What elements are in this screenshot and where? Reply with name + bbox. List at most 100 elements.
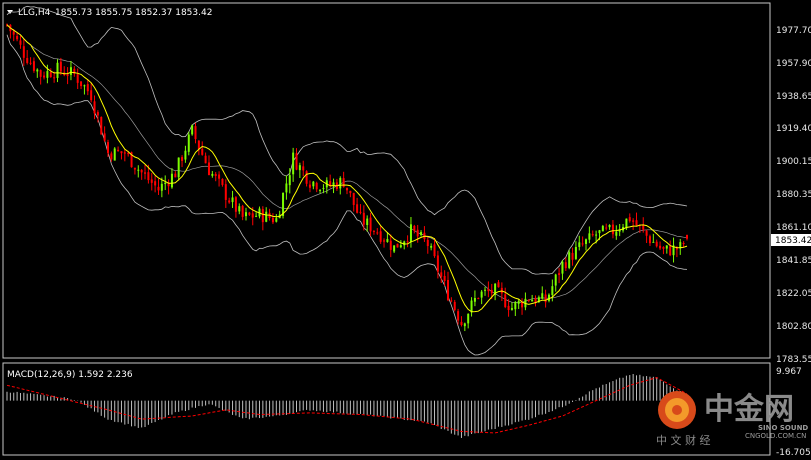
candle-body (228, 200, 231, 203)
candle-body (615, 231, 618, 236)
candle-body (366, 218, 369, 226)
candle-body (457, 311, 460, 321)
candle-body (181, 157, 184, 161)
candle-body (113, 148, 116, 161)
candle-body (386, 239, 389, 242)
candle-body (49, 71, 52, 78)
candle-body (446, 280, 449, 301)
price-tick-label: 1977.70 (776, 26, 811, 36)
candle-body (541, 293, 544, 299)
candle-body (409, 224, 412, 243)
candle-body (426, 239, 429, 247)
candle-body (170, 173, 173, 188)
candle-body (517, 301, 520, 304)
candle-body (80, 81, 83, 87)
candle-body (544, 294, 547, 303)
candle-body (127, 153, 130, 155)
candle-body (611, 224, 614, 235)
candle-body (487, 288, 490, 292)
watermark-site: CNGOLD.COM.CN (745, 432, 806, 440)
candle-body (460, 321, 463, 326)
candle-body (484, 289, 487, 291)
candle-body (406, 241, 409, 243)
candle-body (436, 255, 439, 272)
candle-body (251, 213, 254, 218)
candle-body (66, 74, 69, 77)
candle-body (349, 190, 352, 194)
candle-body (302, 166, 305, 171)
candle-body (490, 289, 493, 294)
candle-body (221, 178, 224, 185)
candle-body (480, 291, 483, 298)
candle-body (581, 243, 584, 245)
price-tick-label: 1880.35 (776, 190, 811, 200)
candle-body (514, 302, 517, 310)
candle-body (22, 46, 25, 58)
candle-body (147, 172, 150, 181)
candle-body (359, 211, 362, 213)
candle-body (578, 242, 581, 247)
candle-body (547, 294, 550, 301)
candle-body (504, 294, 507, 308)
watermark-sino: SINO SOUND (758, 424, 808, 432)
candle-body (473, 297, 476, 302)
candle-body (369, 217, 372, 232)
candle-body (90, 90, 93, 101)
candle-body (157, 186, 160, 191)
candle-body (123, 152, 126, 154)
candle-body (255, 215, 258, 217)
candle-body (430, 245, 433, 248)
candle-body (292, 152, 295, 175)
candle-body (345, 187, 349, 191)
candle-body (659, 245, 662, 249)
candle-body (271, 217, 274, 223)
candle-body (133, 167, 136, 170)
candle-body (393, 245, 396, 252)
price-tick-label: 1938.65 (776, 92, 811, 102)
candle-body (46, 71, 49, 78)
candle-body (32, 61, 35, 71)
candle-body (497, 282, 500, 288)
candle-body (93, 101, 96, 114)
candle-body (211, 173, 214, 176)
price-tick-label: 1900.15 (776, 157, 811, 167)
price-tick-label: 1957.90 (776, 59, 811, 69)
watermark-sub-cn: 中 文 财 经 (656, 433, 711, 447)
candle-body (298, 165, 301, 171)
candle-body (554, 274, 557, 286)
candle-body (561, 261, 564, 274)
candle-body (83, 85, 86, 87)
candle-body (443, 275, 446, 281)
candle-body (588, 233, 591, 240)
candle-body (685, 234, 689, 239)
candle-body (76, 74, 79, 83)
candle-body (26, 57, 29, 63)
candle-body (477, 298, 480, 300)
candle-body (642, 224, 645, 230)
candle-body (669, 246, 672, 256)
candle-body (43, 75, 46, 78)
candle-body (194, 126, 197, 140)
candle-body (339, 177, 342, 189)
chart-stage: 1977.70 1957.90 1938.65 1919.40 1900.15 … (0, 0, 811, 460)
price-tick-label: 1919.40 (776, 124, 811, 134)
candle-body (197, 140, 200, 150)
candle-body (96, 112, 99, 116)
candle-body (551, 286, 554, 296)
candle-body (595, 234, 598, 236)
candle-body (467, 313, 470, 324)
candle-body (362, 212, 365, 225)
candle-body (39, 70, 42, 77)
candle-body (470, 300, 473, 313)
price-tick-label: 1783.55 (776, 355, 811, 365)
candle-body (184, 150, 187, 160)
candle-body (440, 272, 443, 277)
candle-body (356, 204, 359, 213)
candle-body (510, 308, 513, 310)
candle-body (103, 133, 106, 141)
candle-body (322, 187, 325, 189)
candle-body (652, 241, 655, 243)
watermark-brand: 中金网 (704, 392, 794, 427)
candle-body (308, 184, 311, 188)
candle-body (413, 225, 416, 231)
